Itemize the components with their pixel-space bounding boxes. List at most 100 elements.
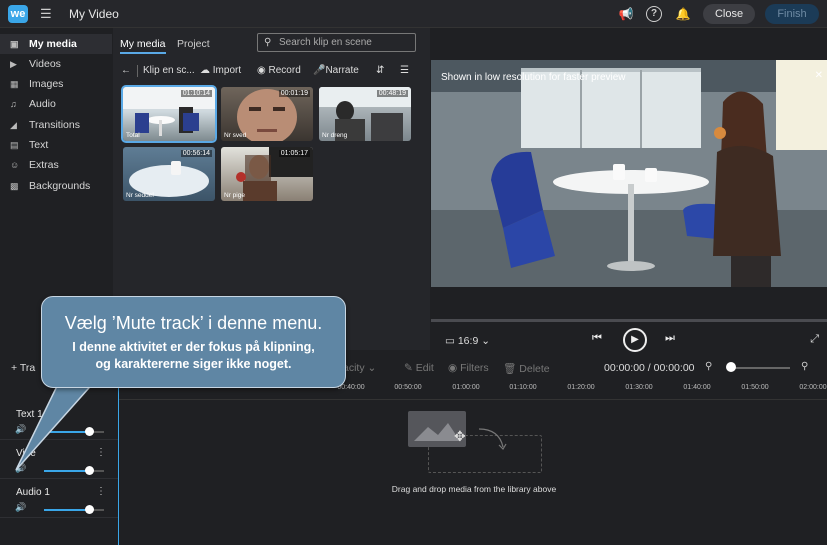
bell-icon[interactable]: 🔔 [675, 6, 691, 22]
preview-note: Shown in low resolution for faster previ… [441, 72, 626, 83]
tab-my-media[interactable]: My media [120, 38, 166, 54]
finish-button[interactable]: Finish [765, 4, 819, 24]
search-input[interactable]: ⚲ Search klip en scene [257, 33, 416, 52]
sidebar-item-extras[interactable]: ☺ Extras [0, 155, 112, 175]
timecode: 00:00:00 / 00:00:00 [604, 362, 695, 374]
sidebar-item-transitions[interactable]: ◢ Transitions [0, 115, 112, 135]
sidebar-item-backgrounds[interactable]: ▩ Backgrounds [0, 176, 112, 196]
sidebar-item-videos[interactable]: ▶ Videos [0, 54, 112, 74]
zoom-in-icon[interactable]: ⚲ [801, 361, 808, 372]
narrate-label: Narrate [325, 65, 359, 76]
tab-project[interactable]: Project [177, 38, 210, 50]
sidebar-item-label: Audio [29, 98, 56, 110]
drop-hint: Drag and drop media from the library abo… [391, 484, 557, 494]
clip-duration: 01:10:14 [180, 90, 212, 97]
opacity-dropdown[interactable]: acity ⌄ [343, 362, 376, 374]
sidebar-item-label: Images [29, 78, 64, 90]
sidebar-item-audio[interactable]: ♫ Audio [0, 94, 112, 114]
delete-button[interactable]: 🗑 Delete [503, 362, 550, 375]
close-icon[interactable]: ✕ [815, 70, 823, 81]
filters-icon: ◉ [448, 362, 458, 374]
ruler-tick: 01:20:00 [567, 384, 595, 391]
ruler-tick: 02:00:00 [799, 384, 827, 391]
play-button[interactable]: ▶ [623, 328, 647, 352]
record-label: Record [268, 65, 301, 76]
ruler-tick: 00:50:00 [394, 384, 422, 391]
sidebar-item-label: Extras [29, 159, 59, 171]
video-frame [431, 60, 827, 287]
ruler-tick: 01:00:00 [452, 384, 480, 391]
callout-line: I denne aktivitet er der fokus på klipni… [72, 340, 315, 354]
clip-name: Nr seddel [126, 192, 154, 199]
import-button[interactable]: ☁ Import [200, 65, 241, 76]
media-clip[interactable]: 01:10:14 Total [121, 85, 217, 143]
clip-name: Total [126, 132, 140, 139]
record-button[interactable]: ◉ Record [257, 65, 301, 76]
filters-button[interactable]: ◉ Filters [448, 362, 489, 374]
sidebar-item-label: Transitions [29, 119, 80, 131]
ruler-tick: 01:40:00 [683, 384, 711, 391]
edit-button[interactable]: ✎ Edit [404, 362, 434, 374]
record-icon: ◉ [257, 65, 266, 76]
close-button[interactable]: Close [703, 4, 755, 24]
top-bar: we ☰ My Video 📢 ? 🔔 Close Finish [0, 0, 827, 28]
back-arrow-icon[interactable]: ← [121, 65, 131, 76]
image-placeholder-graphic: ✥ [414, 423, 466, 445]
trash-icon: 🗑 [503, 363, 517, 375]
clip-duration: 00:48:19 [376, 90, 408, 97]
zoom-slider[interactable] [730, 367, 790, 369]
preview-video[interactable]: Shown in low resolution for faster previ… [431, 60, 827, 287]
clip-duration: 01:05:17 [278, 150, 310, 157]
help-icon[interactable]: ? [646, 6, 662, 22]
divider [137, 65, 138, 77]
search-placeholder: Search klip en scene [279, 37, 372, 48]
sort-icon[interactable]: ⇵ [376, 65, 384, 76]
aspect-ratio-icon: ▭ [445, 335, 455, 347]
clip-name: Nr pige [224, 192, 245, 199]
media-clip[interactable]: 00:01:19 Nr sved [221, 87, 313, 141]
menu-icon[interactable]: ☰ [40, 6, 52, 22]
extras-icon: ☺ [10, 160, 20, 170]
media-clip[interactable]: 00:48:19 Nr dreng [319, 87, 411, 141]
microphone-icon: 🎤 [313, 65, 326, 76]
filters-label: Filters [460, 362, 489, 374]
media-clip[interactable]: 01:05:17 Nr pige [221, 147, 313, 201]
pencil-icon: ✎ [404, 362, 413, 374]
videos-icon: ▶ [10, 59, 17, 69]
megaphone-icon[interactable]: 📢 [618, 6, 634, 22]
skip-forward-icon[interactable]: ⏭ [665, 332, 675, 345]
image-placeholder-icon: ✥ [408, 411, 466, 447]
search-icon: ⚲ [264, 37, 272, 48]
project-title[interactable]: My Video [69, 7, 119, 21]
ruler-tick: 01:50:00 [741, 384, 769, 391]
clip-duration: 00:01:19 [278, 90, 310, 97]
images-icon: ▦ [10, 79, 19, 89]
library-toolbar: ← Klip en sc... ☁ Import ◉ Record 🎤Narra… [113, 61, 430, 81]
sidebar-item-images[interactable]: ▦ Images [0, 74, 112, 94]
media-clip[interactable]: 00:56:14 Nr seddel [123, 147, 215, 201]
import-label: Import [212, 65, 242, 76]
audio-icon: ♫ [10, 99, 17, 109]
backgrounds-icon: ▩ [10, 181, 19, 191]
sidebar-item-my-media[interactable]: ▣ My media [0, 34, 112, 54]
aspect-ratio-dropdown[interactable]: ▭ 16:9 ⌄ [445, 335, 490, 347]
clip-duration: 00:56:14 [180, 150, 212, 157]
tutorial-callout: Vælg ’Mute track’ i denne menu. I denne … [41, 296, 346, 388]
sidebar-item-label: Videos [29, 58, 61, 70]
ruler-tick: 01:10:00 [509, 384, 537, 391]
folder-dropdown[interactable]: Klip en sc... [143, 65, 195, 76]
sidebar-item-label: My media [29, 38, 77, 50]
narrate-button[interactable]: 🎤Narrate [313, 65, 359, 76]
app-logo: we [8, 5, 28, 23]
filter-icon[interactable]: ☰ [400, 65, 409, 76]
play-icon: ▶ [631, 334, 639, 345]
playhead[interactable] [118, 380, 119, 545]
sidebar-item-label: Text [29, 139, 49, 151]
fullscreen-icon[interactable]: ⤢ [810, 333, 819, 346]
edit-label: Edit [415, 362, 434, 374]
sidebar-item-text[interactable]: ▤ Text [0, 135, 112, 155]
preview-progress-bar[interactable] [431, 319, 827, 322]
zoom-out-icon[interactable]: ⚲ [705, 361, 712, 372]
skip-back-icon[interactable]: ⏮ [592, 332, 602, 345]
zoom-slider-handle[interactable] [726, 362, 736, 372]
